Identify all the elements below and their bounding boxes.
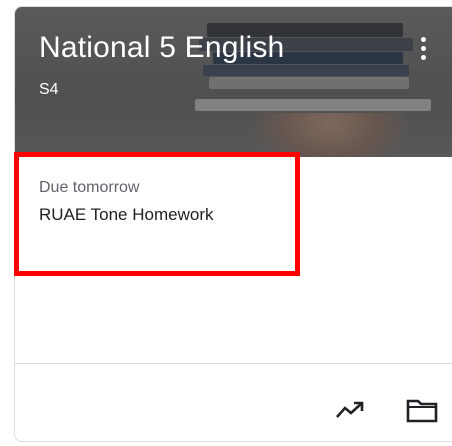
due-section: Due tomorrow RUAE Tone Homework [39, 179, 289, 225]
card-header-banner[interactable]: National 5 English S4 [15, 7, 452, 157]
more-options-button[interactable] [413, 35, 433, 63]
class-folder-button[interactable] [405, 393, 439, 427]
progress-button[interactable] [333, 393, 367, 427]
class-title[interactable]: National 5 English [39, 31, 284, 65]
folder-icon [406, 399, 438, 423]
footer-divider [15, 363, 452, 364]
class-section: S4 [39, 81, 59, 98]
due-label: Due tomorrow [39, 179, 140, 196]
trending-up-icon [336, 401, 364, 418]
class-card[interactable]: National 5 English S4 Due tomorrow RUAE … [14, 6, 452, 442]
more-vert-icon [421, 37, 426, 42]
due-assignment-link[interactable]: RUAE Tone Homework [39, 205, 289, 225]
